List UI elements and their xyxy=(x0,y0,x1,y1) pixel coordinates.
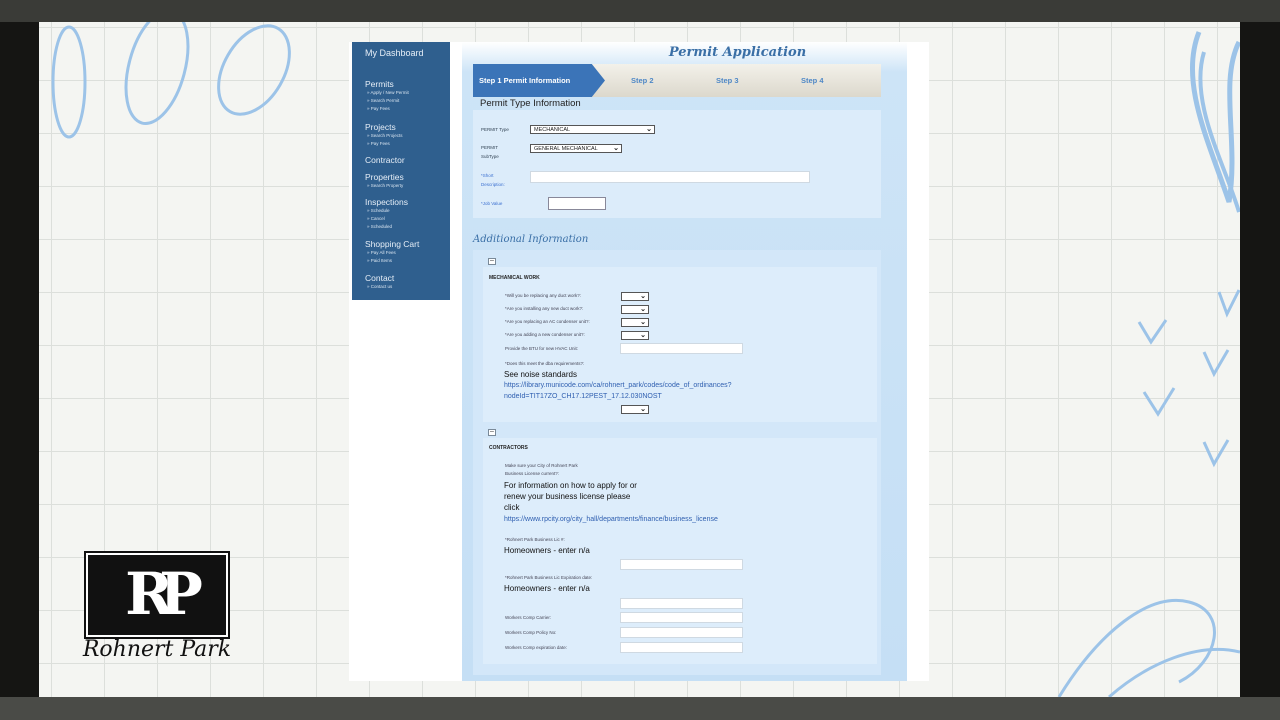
business-lic-number-label: *Rohnert Park Business Lic #: xyxy=(505,537,565,542)
page-title: Permit Application xyxy=(668,45,807,60)
nav-search-property[interactable]: » Search Property xyxy=(367,183,403,188)
chevron-down-icon: ⌄ xyxy=(640,332,646,339)
q-new-duct-select[interactable]: ⌄ xyxy=(621,305,649,314)
q-new-condenser-label: *Are you adding a new condenser unit?: xyxy=(505,332,585,337)
business-lic-number-hint: Homeowners - enter n/a xyxy=(504,546,590,555)
permit-type-panel: PERMIT Type MECHANICAL ⌄ PERMIT SubType GE… xyxy=(473,110,881,218)
contractors-heading: CONTRACTORS xyxy=(489,445,528,451)
q-ac-condenser-label: *Are you replacing an AC condenser unit?… xyxy=(505,319,590,324)
btu-label: Provide the BTU for new HVAC Unit: xyxy=(505,346,578,351)
q-new-duct-label: *Are you installing any new duct work?: xyxy=(505,306,584,311)
collapse-contractors-button[interactable]: – xyxy=(488,428,496,436)
nav-contact-us[interactable]: » Contact us xyxy=(367,284,392,289)
nav-contractor[interactable]: Contractor xyxy=(365,155,405,165)
nav-pay-fees[interactable]: » Pay Fees xyxy=(367,106,390,111)
nav-inspections[interactable]: Inspections xyxy=(365,197,408,207)
main-content: Permit Application Step 1 Permit Informa… xyxy=(462,42,907,681)
workers-comp-policy-label: Workers Comp Policy No: xyxy=(505,630,557,635)
noise-question-label: *Does this meet the dba requirements?: xyxy=(505,361,585,366)
step-2-tab[interactable]: Step 2 xyxy=(631,76,654,85)
license-info-text-1: For information on how to apply for or xyxy=(504,481,637,490)
nav-apply-new-permit[interactable]: » Apply / New Permit xyxy=(367,90,409,95)
nav-contact[interactable]: Contact xyxy=(365,273,394,283)
nav-permits[interactable]: Permits xyxy=(365,79,394,89)
workers-comp-carrier-input[interactable] xyxy=(620,612,743,623)
logo-mark-box: RP xyxy=(84,551,230,639)
nav-scheduled[interactable]: » Scheduled xyxy=(367,224,392,229)
noise-standards-text: See noise standards xyxy=(504,370,577,379)
video-frame-bottom xyxy=(0,697,1280,720)
sidebar-nav: My Dashboard Permits » Apply / New Permi… xyxy=(352,42,450,300)
noise-standards-link-1[interactable]: https://library.municode.com/ca/rohnert_… xyxy=(504,380,732,391)
mechanical-work-heading: MECHANICAL WORK xyxy=(489,275,540,281)
short-description-input[interactable] xyxy=(530,171,810,183)
business-lic-number-input[interactable] xyxy=(620,559,743,570)
workers-comp-policy-input[interactable] xyxy=(620,627,743,638)
nav-projects-pay-fees[interactable]: » Pay Fees xyxy=(367,141,390,146)
additional-info-panel: – MECHANICAL WORK *Will you be replacing… xyxy=(473,250,881,675)
nav-paid-items[interactable]: » Paid Items xyxy=(367,258,392,263)
license-question-2: Business License current?: xyxy=(505,471,560,476)
nav-search-permit[interactable]: » Search Permit xyxy=(367,98,399,103)
nav-cancel[interactable]: » Cancel xyxy=(367,216,385,221)
permit-subtype-label: PERMIT SubType xyxy=(481,145,499,159)
chevron-down-icon: ⌄ xyxy=(640,293,646,300)
video-frame-left xyxy=(0,22,39,697)
job-value-label: *Job Value xyxy=(481,201,503,206)
chevron-down-icon: ⌄ xyxy=(640,406,646,413)
chevron-down-icon: ⌄ xyxy=(640,319,646,326)
nav-my-dashboard[interactable]: My Dashboard xyxy=(365,48,424,58)
logo-mark: RP xyxy=(125,560,203,628)
nav-shopping-cart[interactable]: Shopping Cart xyxy=(365,239,419,249)
workers-comp-carrier-label: Workers Comp Carrier: xyxy=(505,615,552,620)
q-replacing-duct-label: *Will you be replacing any duct work?: xyxy=(505,293,582,298)
license-info-text-2: renew your business license please xyxy=(504,492,631,501)
permit-portal-window: My Dashboard Permits » Apply / New Permi… xyxy=(349,42,929,681)
chevron-down-icon: ⌄ xyxy=(613,145,619,152)
license-question-1: Make sure your City of Rohnert Park xyxy=(505,463,578,468)
q-ac-condenser-select[interactable]: ⌄ xyxy=(621,318,649,327)
collapse-mechanical-button[interactable]: – xyxy=(488,257,496,265)
nav-schedule[interactable]: » Schedule xyxy=(367,208,390,213)
chevron-down-icon: ⌄ xyxy=(646,126,652,133)
step-progress-bar: Step 1 Permit Information Step 2 Step 3 … xyxy=(473,64,881,97)
nav-pay-all-fees[interactable]: » Pay All Fees xyxy=(367,250,396,255)
business-lic-expiration-input[interactable] xyxy=(620,598,743,609)
job-value-input[interactable] xyxy=(548,197,606,210)
additional-info-heading: Additional Information xyxy=(473,234,589,245)
permit-type-select[interactable]: MECHANICAL ⌄ xyxy=(530,125,655,134)
nav-projects[interactable]: Projects xyxy=(365,122,396,132)
btu-input[interactable] xyxy=(620,343,743,354)
q-replacing-duct-select[interactable]: ⌄ xyxy=(621,292,649,301)
permit-type-label: PERMIT Type xyxy=(481,127,509,132)
step-3-tab[interactable]: Step 3 xyxy=(716,76,739,85)
q-new-condenser-select[interactable]: ⌄ xyxy=(621,331,649,340)
step-4-tab[interactable]: Step 4 xyxy=(801,76,824,85)
logo-name: Rohnert Park xyxy=(82,637,232,662)
video-frame-right xyxy=(1240,22,1280,697)
nav-search-projects[interactable]: » Search Projects xyxy=(367,133,403,138)
rohnert-park-logo: RP Rohnert Park xyxy=(83,551,231,668)
video-frame-top xyxy=(0,0,1280,22)
permit-subtype-select[interactable]: GENERAL MECHANICAL ⌄ xyxy=(530,144,622,153)
workers-comp-expiration-label: Workers Comp expiration date: xyxy=(505,645,567,650)
business-lic-expiration-label: *Rohnert Park Business Lic Expiration da… xyxy=(505,575,593,580)
chevron-down-icon: ⌄ xyxy=(640,306,646,313)
license-info-text-3: click xyxy=(504,503,520,512)
noise-standards-link-2[interactable]: nodeId=TIT17ZO_CH17.12PEST_17.12.030NOST xyxy=(504,391,662,402)
workers-comp-expiration-input[interactable] xyxy=(620,642,743,653)
permit-type-heading: Permit Type Information xyxy=(480,98,581,109)
step-1-tab[interactable]: Step 1 Permit Information xyxy=(473,64,605,97)
noise-select[interactable]: ⌄ xyxy=(621,405,649,414)
business-lic-expiration-hint: Homeowners - enter n/a xyxy=(504,584,590,593)
business-license-link[interactable]: https://www.rpcity.org/city_hall/departm… xyxy=(504,514,718,525)
short-description-label: *Short Description: xyxy=(481,173,505,187)
nav-properties[interactable]: Properties xyxy=(365,172,404,182)
